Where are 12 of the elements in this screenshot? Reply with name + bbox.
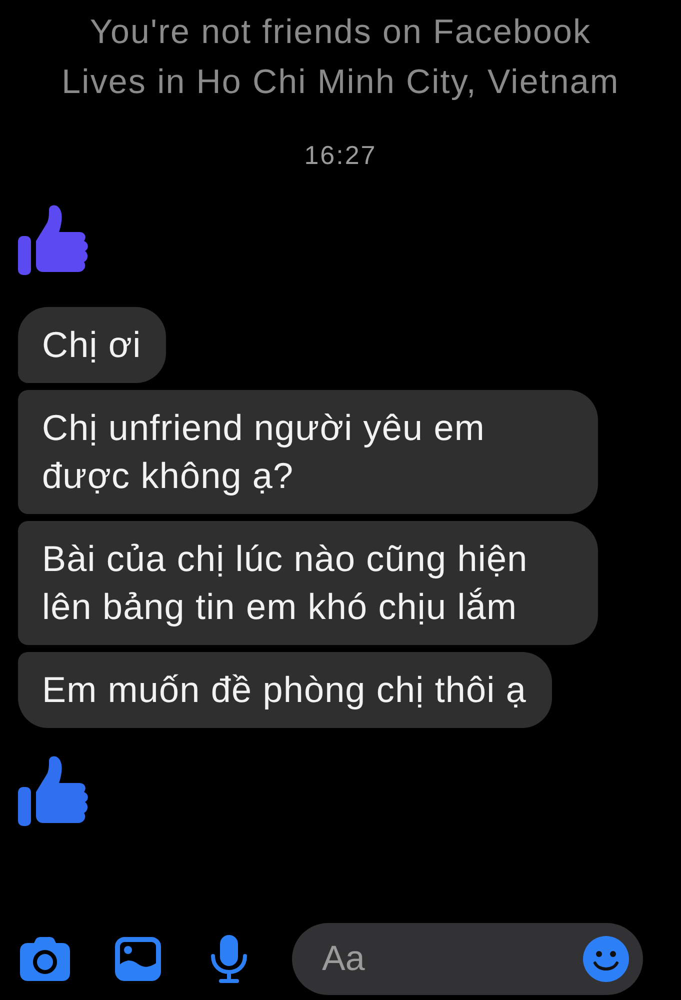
camera-icon[interactable] bbox=[20, 937, 70, 981]
message-bubble: Chị ơi bbox=[18, 307, 166, 383]
message-input-field[interactable]: Aa bbox=[292, 923, 643, 995]
message-bubble: Chị unfriend người yêu em được không ạ? bbox=[18, 390, 598, 514]
timestamp: 16:27 bbox=[303, 140, 378, 170]
image-icon[interactable] bbox=[115, 937, 161, 981]
emoji-icon[interactable] bbox=[583, 936, 629, 982]
profile-info-text: You're not friends on Facebook bbox=[88, 12, 592, 53]
profile-info-text: Lives in Ho Chi Minh City, Vietnam bbox=[60, 62, 620, 103]
microphone-icon[interactable] bbox=[210, 935, 248, 983]
message-bubble: Bài của chị lúc nào cũng hiện lên bảng tin em khó chịu lắm bbox=[18, 521, 598, 645]
message-bubble: Em muốn đề phòng chị thôi ạ bbox=[18, 652, 552, 728]
